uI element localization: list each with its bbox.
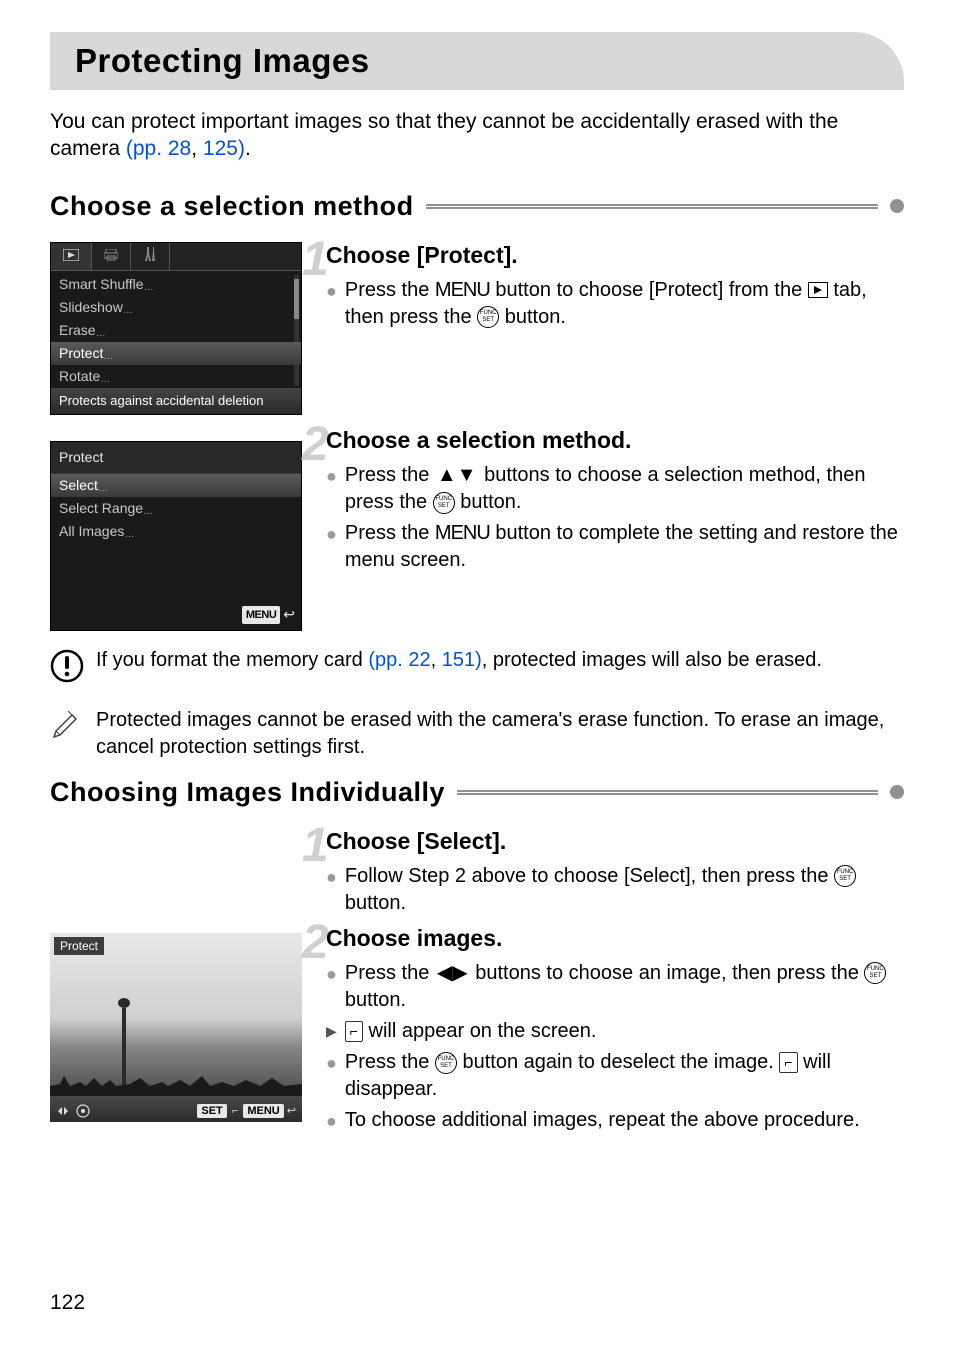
func-set-icon: FUNCSET: [864, 962, 886, 984]
pencil-note-icon: [50, 709, 84, 749]
intro-paragraph: You can protect important images so that…: [50, 108, 904, 163]
intro-tail: .: [245, 137, 251, 160]
lcd-tab-playback: [51, 243, 92, 271]
menu-text-icon: MENU: [435, 522, 490, 544]
triangle-bullet-icon: ▶: [326, 1022, 337, 1045]
menu-chip: MENU: [243, 1104, 283, 1118]
step-1b-title: Choose [Select].: [326, 828, 904, 855]
lcd-protect-submenu: Protect Select Select Range All Images M…: [50, 441, 302, 631]
step-2b-bullet-3: ● Press the FUNCSET button again to dese…: [326, 1049, 904, 1103]
lcd-photo-preview: Protect SET ⌐ MENU ↩: [50, 933, 302, 1122]
photo-badge-protect: Protect: [54, 937, 104, 955]
tip-text: Protected images cannot be erased with t…: [96, 707, 904, 761]
intro-link-125[interactable]: 125): [203, 137, 245, 160]
step-2b-bullet-2: ▶ ⌐ will appear on the screen.: [326, 1018, 904, 1045]
step-1-title: Choose [Protect].: [326, 242, 904, 269]
lcd-footer: MENU↩: [51, 601, 301, 630]
note-link-pp22[interactable]: (pp. 22: [368, 649, 430, 671]
lcd-item-select-range: Select Range: [51, 497, 301, 520]
step-2-bullet-2: ● Press the MENU button to complete the …: [326, 520, 904, 574]
heading-dashline: [426, 204, 878, 209]
bullet-dot-icon: ●: [326, 522, 337, 574]
caution-icon: [50, 649, 84, 691]
lcd-item-slideshow: Slideshow: [51, 296, 301, 319]
tip-note: Protected images cannot be erased with t…: [50, 707, 904, 761]
key-lock-icon: ⌐: [230, 1105, 240, 1117]
photo-counter-icon: [56, 1104, 92, 1118]
step-1b-bullet: ● Follow Step 2 above to choose [Select]…: [326, 863, 904, 917]
lcd-item-smart-shuffle: Smart Shuffle: [51, 273, 301, 296]
step-2-title: Choose a selection method.: [326, 427, 904, 454]
set-chip: SET: [197, 1104, 226, 1118]
bullet-dot-icon: ●: [326, 1051, 337, 1103]
intro-sep: ,: [191, 137, 203, 160]
lcd-help-text: Protects against accidental deletion: [51, 388, 301, 414]
func-set-icon: FUNCSET: [477, 306, 499, 328]
caution-note: If you format the memory card (pp. 22, 1…: [50, 647, 904, 691]
bullet-dot-icon: ●: [326, 1109, 337, 1134]
heading-dashcap: [890, 785, 904, 799]
lcd-item-erase: Erase: [51, 319, 301, 342]
lcd-item-protect: Protect: [51, 342, 301, 365]
menu-text-icon: MENU: [435, 279, 490, 301]
step-number-2: 2: [302, 417, 329, 472]
key-lock-icon: ⌐: [779, 1052, 797, 1073]
func-set-icon: FUNCSET: [435, 1052, 457, 1074]
step-number-1b: 1: [302, 818, 329, 873]
step-number-1: 1: [302, 232, 329, 287]
key-lock-icon: ⌐: [345, 1021, 363, 1042]
menu-badge: MENU: [242, 606, 280, 625]
page-number: 122: [50, 1291, 85, 1315]
lcd-item-select: Select: [51, 474, 301, 497]
note-link-151[interactable]: 151): [442, 649, 482, 671]
heading-dashcap: [890, 199, 904, 213]
section-heading-choose-method: Choose a selection method: [50, 191, 904, 222]
return-arrow-icon: ↩: [287, 1105, 296, 1117]
step-2-bullet-1: ● Press the ▲▼ buttons to choose a selec…: [326, 462, 904, 516]
step-number-2b: 2: [302, 915, 329, 970]
lcd-tab-tools: [131, 243, 170, 271]
func-set-icon: FUNCSET: [433, 492, 455, 514]
left-right-arrows-icon: ◀▶: [437, 960, 468, 987]
lcd-head-protect: Protect: [51, 442, 301, 474]
lcd-item-all-images: All Images: [51, 520, 301, 543]
lcd-item-rotate: Rotate: [51, 365, 301, 388]
lcd-menu-playback: Smart Shuffle Slideshow Erase Protect Ro…: [50, 242, 302, 415]
step-2b-bullet-1: ● Press the ◀▶ buttons to choose an imag…: [326, 960, 904, 1014]
page-title: Protecting Images: [50, 32, 904, 90]
step-2b-title: Choose images.: [326, 925, 904, 952]
step-1-bullet-1: ● Press the MENU button to choose [Prote…: [326, 277, 904, 331]
section-heading-text: Choosing Images Individually: [50, 777, 445, 808]
up-down-arrows-icon: ▲▼: [437, 462, 477, 489]
heading-dashline: [457, 790, 878, 795]
skyline-silhouette: [50, 1056, 302, 1096]
section-heading-text: Choose a selection method: [50, 191, 414, 222]
func-set-icon: FUNCSET: [834, 865, 856, 887]
section-heading-choosing-individually: Choosing Images Individually: [50, 777, 904, 808]
playback-tab-icon: [808, 282, 828, 298]
intro-link-pp28[interactable]: (pp. 28: [126, 137, 191, 160]
step-2b-bullet-4: ● To choose additional images, repeat th…: [326, 1107, 904, 1134]
return-arrow-icon: ↩: [283, 606, 295, 622]
lcd-tab-print: [92, 243, 131, 271]
